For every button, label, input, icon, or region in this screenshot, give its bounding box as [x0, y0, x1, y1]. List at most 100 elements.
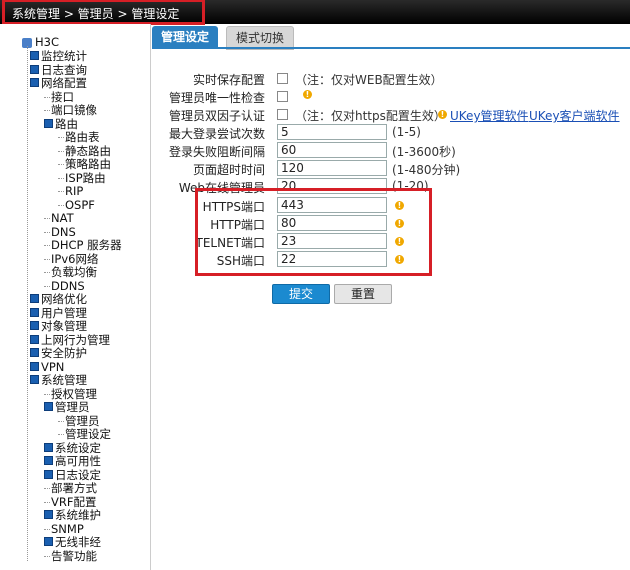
sidebar-item[interactable]: 上网行为管理 [30, 333, 110, 347]
sidebar-item[interactable]: 系统管理 [30, 374, 87, 387]
expand-box-icon[interactable] [30, 64, 39, 74]
sidebar-item[interactable]: 告警功能 [44, 548, 97, 563]
sidebar-item-label: 接口 [51, 89, 74, 104]
sidebar-item-label: 高可用性 [55, 454, 101, 468]
sidebar-item[interactable]: 系统维护 [44, 509, 101, 522]
sidebar-item[interactable]: 安全防护 [30, 347, 87, 360]
sidebar-item-label: 路由 [55, 116, 78, 131]
sidebar-item-label: 系统设定 [55, 440, 101, 455]
login-block-label: 登录失败阻断间隔 [168, 145, 265, 159]
expand-box-icon[interactable] [30, 321, 39, 330]
submit-button[interactable]: 提交 [272, 284, 330, 304]
realtime-save-note: （注：仅对WEB配置生效） [295, 73, 443, 87]
tree-connector [58, 177, 64, 179]
sidebar-item[interactable]: 策略路由 [58, 158, 111, 171]
expand-box-icon[interactable] [30, 334, 39, 344]
sidebar-item[interactable]: 管理员 [58, 414, 100, 428]
sidebar-item[interactable]: 路由 [44, 116, 78, 131]
sidebar-item-label: RIP [65, 184, 84, 198]
sidebar-item[interactable]: 对象管理 [30, 320, 87, 333]
collapse-box-icon[interactable] [44, 402, 53, 411]
sidebar-item[interactable]: 高可用性 [44, 455, 101, 468]
sidebar-item[interactable]: 监控统计 [30, 50, 87, 63]
breadcrumb-highlight [2, 0, 205, 25]
expand-box-icon[interactable] [30, 361, 39, 371]
two-factor-checkbox[interactable] [277, 109, 288, 120]
sidebar-item[interactable]: 接口 [44, 89, 74, 104]
sidebar-item-label: 告警功能 [51, 548, 97, 563]
sidebar-item[interactable]: 端口镜像 [44, 104, 97, 117]
page-timeout-hint: (1-480分钟) [392, 163, 461, 177]
sidebar-item[interactable]: ISP路由 [58, 171, 106, 185]
sidebar-item-label: NAT [51, 211, 74, 225]
collapse-box-icon[interactable] [44, 118, 53, 128]
sidebar-item[interactable]: NAT [44, 212, 74, 225]
ukey-client-link[interactable]: UKey客户端软件 [529, 107, 620, 124]
sidebar-item-label: 授权管理 [51, 386, 97, 401]
sidebar-item[interactable]: DDNS [44, 279, 85, 293]
reset-button[interactable]: 重置 [334, 284, 392, 304]
expand-box-icon[interactable] [30, 307, 39, 317]
expand-box-icon[interactable] [44, 442, 53, 452]
sidebar-item[interactable]: OSPF [58, 198, 95, 212]
collapse-box-icon[interactable] [30, 78, 39, 87]
expand-box-icon[interactable] [44, 469, 53, 479]
sidebar-item-label: 管理设定 [65, 427, 111, 441]
expand-box-icon[interactable] [30, 294, 39, 303]
sidebar-item[interactable]: 日志设定 [44, 467, 101, 482]
tree-connector [58, 150, 64, 152]
sidebar-item[interactable]: 授权管理 [44, 386, 97, 401]
login-block-input[interactable]: 60 [277, 142, 387, 158]
sidebar-item[interactable]: DHCP 服务器 [44, 239, 122, 252]
expand-box-icon[interactable] [44, 537, 53, 546]
sidebar-item-label: VRF配置 [51, 494, 97, 509]
sidebar-item[interactable]: 负载均衡 [44, 266, 97, 279]
sidebar-item[interactable]: 用户管理 [30, 306, 87, 320]
sidebar-item[interactable]: VRF配置 [44, 494, 97, 509]
admin-unique-checkbox[interactable] [277, 91, 288, 102]
sidebar-item-label: IPv6网络 [51, 251, 99, 266]
sidebar-item[interactable]: IPv6网络 [44, 251, 99, 266]
sidebar-item[interactable]: DNS [44, 225, 76, 239]
tab-underline [152, 47, 630, 49]
tree-connector [44, 393, 50, 395]
tree-guide-line [27, 46, 28, 561]
expand-box-icon[interactable] [44, 510, 53, 519]
max-login-input[interactable]: 5 [277, 124, 387, 140]
expand-box-icon[interactable] [30, 348, 39, 357]
sidebar-item-label: 日志设定 [55, 467, 101, 482]
tree-connector [44, 231, 50, 233]
sidebar-item[interactable]: 网络优化 [30, 293, 87, 306]
expand-box-icon[interactable] [30, 51, 39, 60]
realtime-save-checkbox[interactable] [277, 73, 288, 84]
sidebar-item[interactable]: 管理设定 [58, 428, 111, 441]
expand-box-icon[interactable] [44, 456, 53, 465]
sidebar-item[interactable]: 部署方式 [44, 482, 97, 495]
sidebar-item[interactable]: 路由表 [58, 131, 100, 144]
tab-management-settings[interactable]: 管理设定 [152, 26, 219, 48]
sidebar-item[interactable]: 无线非经 [44, 536, 101, 549]
tree-connector [44, 285, 50, 287]
tree-connector [58, 191, 64, 192]
page-timeout-input[interactable]: 120 [277, 160, 387, 176]
sidebar-item[interactable]: 网络配置 [30, 77, 87, 90]
sidebar-item[interactable]: SNMP [44, 522, 84, 536]
sidebar-item[interactable]: 日志查询 [30, 63, 87, 77]
tree-connector [44, 555, 50, 557]
sidebar-item[interactable]: VPN [30, 360, 64, 374]
sidebar-item[interactable]: 管理员 [44, 401, 90, 414]
sidebar-item-label: 负载均衡 [51, 265, 97, 279]
sidebar-item-label: 系统管理 [41, 373, 87, 387]
tree-connector [58, 420, 64, 422]
sidebar-item[interactable]: 静态路由 [58, 143, 111, 158]
collapse-box-icon[interactable] [30, 375, 39, 384]
sidebar-item[interactable]: 系统设定 [44, 440, 101, 455]
tree-connector [44, 218, 50, 219]
tree-connector [44, 488, 50, 489]
sidebar-item-label: 静态路由 [65, 143, 111, 158]
tree-connector [44, 96, 50, 98]
sidebar-item[interactable]: RIP [58, 185, 83, 198]
sidebar-item-label: 策略路由 [65, 157, 111, 171]
ukey-manager-link[interactable]: UKey管理软件 [450, 107, 529, 124]
sidebar-item-label: 无线非经 [55, 535, 101, 549]
